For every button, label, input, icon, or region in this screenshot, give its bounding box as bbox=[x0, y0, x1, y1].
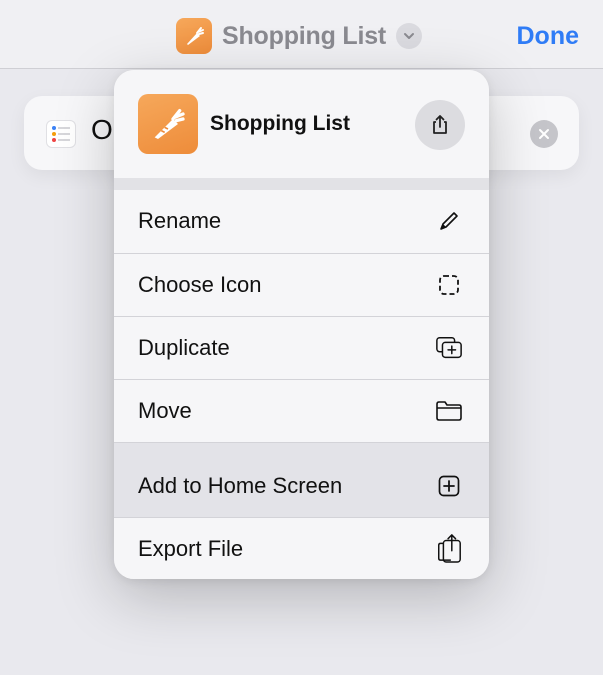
duplicate-icon bbox=[435, 334, 463, 362]
chevron-down-icon[interactable] bbox=[396, 23, 423, 49]
menu-item-label: Rename bbox=[138, 208, 222, 233]
menu-item-label: Choose Icon bbox=[138, 272, 262, 297]
done-button[interactable]: Done bbox=[517, 22, 580, 51]
menu-header-title: Shopping List bbox=[210, 112, 350, 135]
menu-item-duplicate[interactable]: Duplicate bbox=[114, 316, 489, 379]
pencil-icon bbox=[435, 207, 463, 235]
background-card-text: O bbox=[91, 114, 113, 145]
share-icon bbox=[433, 115, 447, 134]
clear-icon[interactable] bbox=[530, 120, 558, 148]
menu-item-rename[interactable]: Rename bbox=[114, 190, 489, 253]
menu-item-label: Move bbox=[138, 398, 192, 423]
folder-icon bbox=[435, 397, 463, 425]
context-menu: Shopping List Rename Choose Icon Duplica… bbox=[114, 70, 489, 579]
carrot-icon bbox=[138, 94, 198, 154]
title-menu-button[interactable]: Shopping List bbox=[176, 18, 423, 54]
plus-square-icon bbox=[435, 472, 463, 500]
menu-item-move[interactable]: Move bbox=[114, 379, 489, 442]
list-icon bbox=[46, 120, 76, 148]
menu-separator bbox=[114, 178, 489, 190]
dashed-square-icon bbox=[435, 271, 463, 299]
menu-item-export-file[interactable]: Export File bbox=[114, 517, 489, 579]
share-button[interactable] bbox=[415, 100, 465, 150]
export-icon bbox=[435, 530, 463, 566]
carrot-icon bbox=[176, 18, 212, 54]
menu-item-label: Duplicate bbox=[138, 335, 230, 360]
menu-item-choose-icon[interactable]: Choose Icon bbox=[114, 253, 489, 316]
top-bar: Shopping List Done bbox=[0, 0, 603, 69]
window-title: Shopping List bbox=[222, 21, 387, 50]
menu-item-label: Add to Home Screen bbox=[138, 473, 343, 498]
menu-header: Shopping List bbox=[114, 70, 489, 178]
menu-item-label: Export File bbox=[138, 536, 244, 561]
menu-item-add-to-home-screen[interactable]: Add to Home Screen bbox=[114, 442, 489, 517]
